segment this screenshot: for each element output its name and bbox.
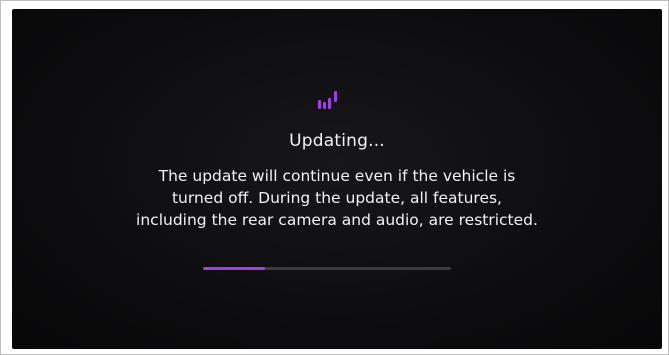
update-bar-1 — [318, 100, 321, 109]
infotainment-screen: Updating... The update will continue eve… — [12, 9, 662, 349]
update-bar-3 — [328, 98, 331, 109]
screenshot-frame: Updating... The update will continue eve… — [0, 0, 669, 355]
update-bars-icon — [318, 91, 337, 109]
update-title: Updating... — [289, 131, 385, 151]
update-progress-fill — [203, 267, 265, 270]
update-progress-bar — [203, 267, 451, 270]
update-message-line: The update will continue even if the veh… — [158, 167, 516, 185]
update-message: The update will continue even if the veh… — [12, 165, 662, 231]
update-bar-2 — [323, 102, 326, 109]
update-bar-4 — [334, 91, 337, 102]
update-message-line: including the rear camera and audio, are… — [136, 211, 538, 229]
update-message-line: turned off. During the update, all featu… — [171, 189, 502, 207]
